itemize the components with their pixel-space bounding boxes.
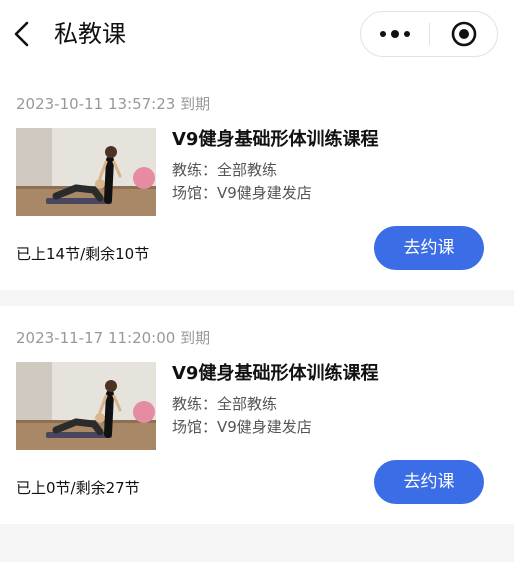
expiry-time: 2023-11-17 11:20:00 到期 [16, 329, 211, 347]
course-title: V9健身基础形体训练课程 [172, 363, 379, 384]
target-circle-icon [451, 21, 477, 47]
more-button[interactable] [361, 12, 429, 56]
chevron-left-icon [14, 21, 29, 47]
mini-program-capsule [360, 11, 498, 57]
coach-info: 教练：全部教练 [172, 161, 278, 179]
page-title: 私教课 [54, 20, 126, 48]
venue-info: 场馆：V9健身建发店 [172, 418, 312, 436]
course-title: V9健身基础形体训练课程 [172, 129, 379, 150]
back-button[interactable] [10, 19, 36, 49]
expiry-time: 2023-10-11 13:57:23 到期 [16, 95, 211, 113]
nav-bar: 私教课 [0, 0, 514, 72]
book-class-button[interactable]: 去约课 [374, 460, 484, 504]
course-card[interactable]: 2023-10-11 13:57:23 到期 V9健身基础形体训练课程 教练：全… [0, 72, 514, 290]
course-thumbnail [16, 362, 156, 450]
session-count: 已上0节/剩余27节 [16, 479, 140, 497]
book-class-button[interactable]: 去约课 [374, 226, 484, 270]
session-count: 已上14节/剩余10节 [16, 245, 150, 263]
course-card[interactable]: 2023-11-17 11:20:00 到期 V9健身基础形体训练课程 教练：全… [0, 306, 514, 524]
close-button[interactable] [430, 12, 498, 56]
more-dots-icon [380, 30, 410, 38]
venue-info: 场馆：V9健身建发店 [172, 184, 312, 202]
coach-info: 教练：全部教练 [172, 395, 278, 413]
course-thumbnail [16, 128, 156, 216]
